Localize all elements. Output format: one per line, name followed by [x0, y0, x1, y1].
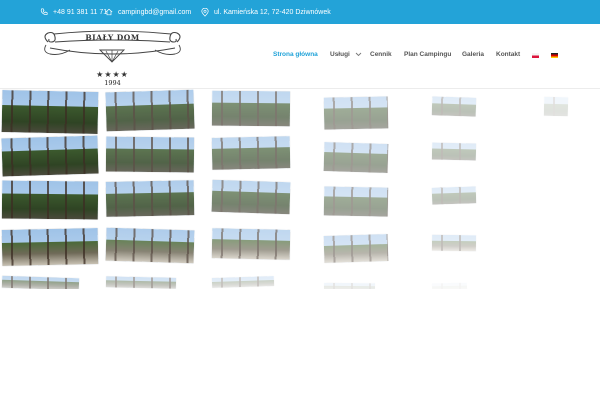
photo-trunks	[1, 180, 99, 220]
photo-trunks	[431, 282, 468, 289]
gallery-photo[interactable]	[211, 228, 291, 261]
nav-item-prices[interactable]: Cennik	[370, 51, 392, 58]
gallery-photo[interactable]	[105, 276, 177, 289]
photo-trunks	[323, 186, 389, 217]
top-contact-bar: +48 91 381 11 71 campingbd@gmail.com ul.…	[0, 0, 600, 24]
photo-trunks	[105, 89, 195, 131]
gallery-photo[interactable]	[323, 234, 389, 264]
gallery-photo[interactable]	[1, 135, 99, 177]
flag-de-icon[interactable]	[551, 53, 558, 58]
map-pin-icon	[201, 7, 209, 17]
photo-trunks	[211, 228, 291, 261]
gallery-photo[interactable]	[1, 89, 99, 135]
gallery-photo[interactable]	[431, 96, 477, 117]
gallery-photo[interactable]	[1, 227, 99, 267]
address-contact[interactable]: ul. Kamieńska 12, 72-420 Dziwnówek	[201, 0, 331, 24]
phone-number: +48 91 381 11 71	[53, 8, 108, 16]
photo-trunks	[211, 136, 291, 170]
nav-item-camping-plan[interactable]: Plan Campingu	[404, 51, 451, 58]
gallery-photo[interactable]	[211, 136, 291, 170]
photo-trunks	[211, 276, 275, 289]
photo-trunks	[431, 186, 477, 205]
photo-trunks	[431, 142, 477, 161]
gallery-photo[interactable]	[323, 282, 376, 289]
gallery-photo[interactable]	[105, 227, 195, 264]
photo-trunks	[105, 227, 195, 264]
photo-trunks	[543, 96, 569, 117]
home-icon	[105, 8, 113, 16]
nav-item-services[interactable]: Usługi	[330, 51, 362, 58]
main-navigation: Strona główna Usługi Cennik Plan Camping…	[0, 24, 600, 88]
gallery-photo[interactable]	[1, 275, 79, 289]
gallery-photo[interactable]	[543, 96, 569, 117]
photo-trunks	[105, 136, 195, 173]
phone-contact[interactable]: +48 91 381 11 71	[40, 0, 107, 24]
photo-trunks	[1, 227, 99, 267]
photo-trunks	[1, 275, 79, 289]
phone-icon	[40, 8, 48, 15]
gallery-photo[interactable]	[211, 90, 291, 127]
nav-item-home[interactable]: Strona główna	[273, 51, 318, 58]
photo-trunks	[323, 142, 389, 173]
photo-gallery	[0, 89, 600, 289]
photo-trunks	[431, 234, 477, 252]
photo-trunks	[323, 234, 389, 264]
photo-trunks	[323, 282, 376, 289]
photo-trunks	[211, 90, 291, 127]
gallery-photo[interactable]	[105, 89, 195, 131]
gallery-photo[interactable]	[323, 186, 389, 217]
gallery-photo[interactable]	[323, 142, 389, 173]
email-contact[interactable]: campingbd@gmail.com	[105, 0, 191, 24]
flag-pl-icon[interactable]	[532, 53, 539, 58]
gallery-photo[interactable]	[323, 96, 389, 130]
photo-trunks	[1, 89, 99, 135]
photo-trunks	[105, 276, 177, 289]
site-header: BIAŁY DOM ★★★★ 1994 Strona główna Usługi…	[0, 24, 600, 89]
email-address: campingbd@gmail.com	[118, 8, 192, 16]
gallery-photo[interactable]	[431, 234, 477, 252]
address-text: ul. Kamieńska 12, 72-420 Dziwnówek	[214, 8, 331, 16]
gallery-photo[interactable]	[431, 186, 477, 205]
photo-trunks	[431, 96, 477, 117]
gallery-photo[interactable]	[105, 136, 195, 173]
nav-item-contact[interactable]: Kontakt	[496, 51, 520, 58]
gallery-photo[interactable]	[211, 179, 291, 215]
gallery-photo[interactable]	[211, 276, 275, 289]
photo-trunks	[1, 135, 99, 177]
photo-trunks	[323, 96, 389, 130]
gallery-photo[interactable]	[431, 282, 468, 289]
gallery-photo[interactable]	[1, 180, 99, 220]
photo-trunks	[105, 180, 195, 217]
nav-item-gallery[interactable]: Galeria	[462, 51, 484, 58]
photo-trunks	[211, 179, 291, 215]
gallery-photo[interactable]	[431, 142, 477, 161]
nav-item-services-label: Usługi	[330, 51, 350, 58]
gallery-photo[interactable]	[105, 180, 195, 217]
chevron-down-icon	[355, 52, 362, 56]
